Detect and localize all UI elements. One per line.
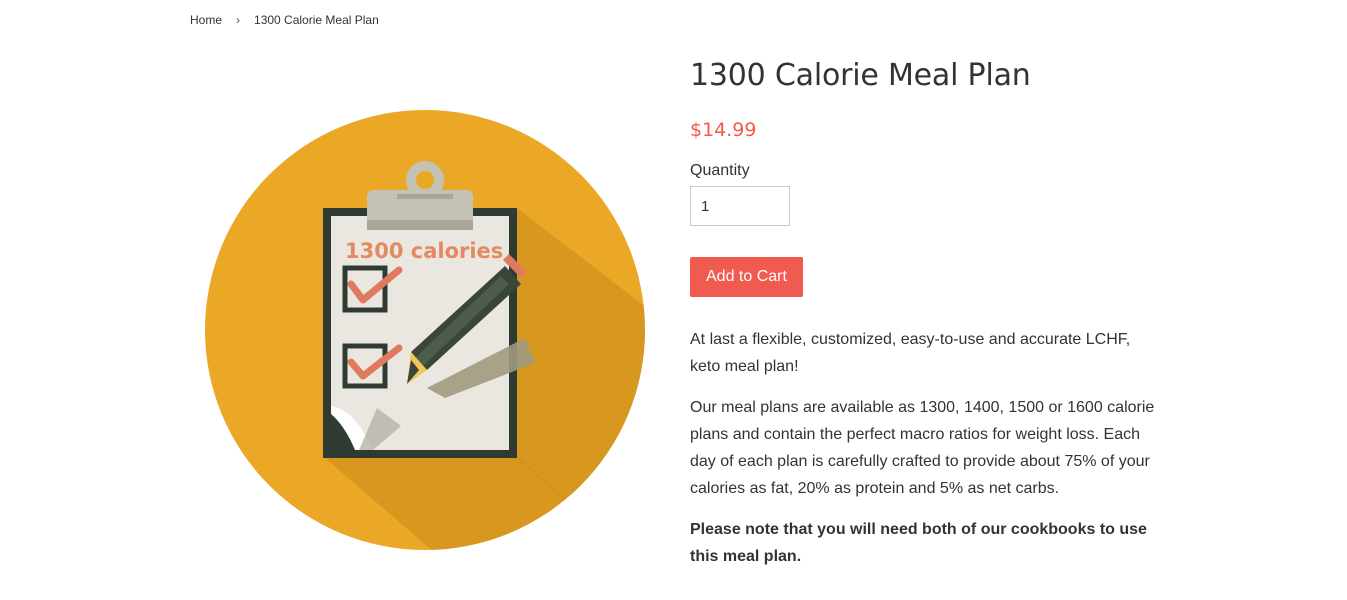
breadcrumb-home-link[interactable]: Home bbox=[190, 13, 222, 27]
product-title: 1300 Calorie Meal Plan bbox=[690, 58, 1031, 93]
description-paragraph: Our meal plans are available as 1300, 14… bbox=[690, 399, 1155, 497]
add-to-cart-button[interactable]: Add to Cart bbox=[690, 257, 803, 297]
clipboard-checklist-illustration: 1300 calories bbox=[205, 110, 645, 550]
quantity-label: Quantity bbox=[690, 162, 750, 179]
product-info: 1300 Calorie Meal Plan $14.99 Quantity A… bbox=[690, 56, 1160, 584]
breadcrumb: Home › 1300 Calorie Meal Plan bbox=[190, 13, 379, 27]
description-paragraph: At last a flexible, customized, easy-to-… bbox=[690, 331, 1131, 375]
breadcrumb-current: 1300 Calorie Meal Plan bbox=[254, 13, 379, 27]
product-price: $14.99 bbox=[690, 119, 757, 141]
description-note: Please note that you will need both of o… bbox=[690, 521, 1147, 565]
image-caption: 1300 calories bbox=[345, 239, 503, 263]
product-image[interactable]: 1300 calories bbox=[205, 108, 645, 553]
product-description: At last a flexible, customized, easy-to-… bbox=[690, 326, 1160, 570]
breadcrumb-separator: › bbox=[236, 13, 241, 27]
quantity-input[interactable] bbox=[690, 186, 790, 226]
